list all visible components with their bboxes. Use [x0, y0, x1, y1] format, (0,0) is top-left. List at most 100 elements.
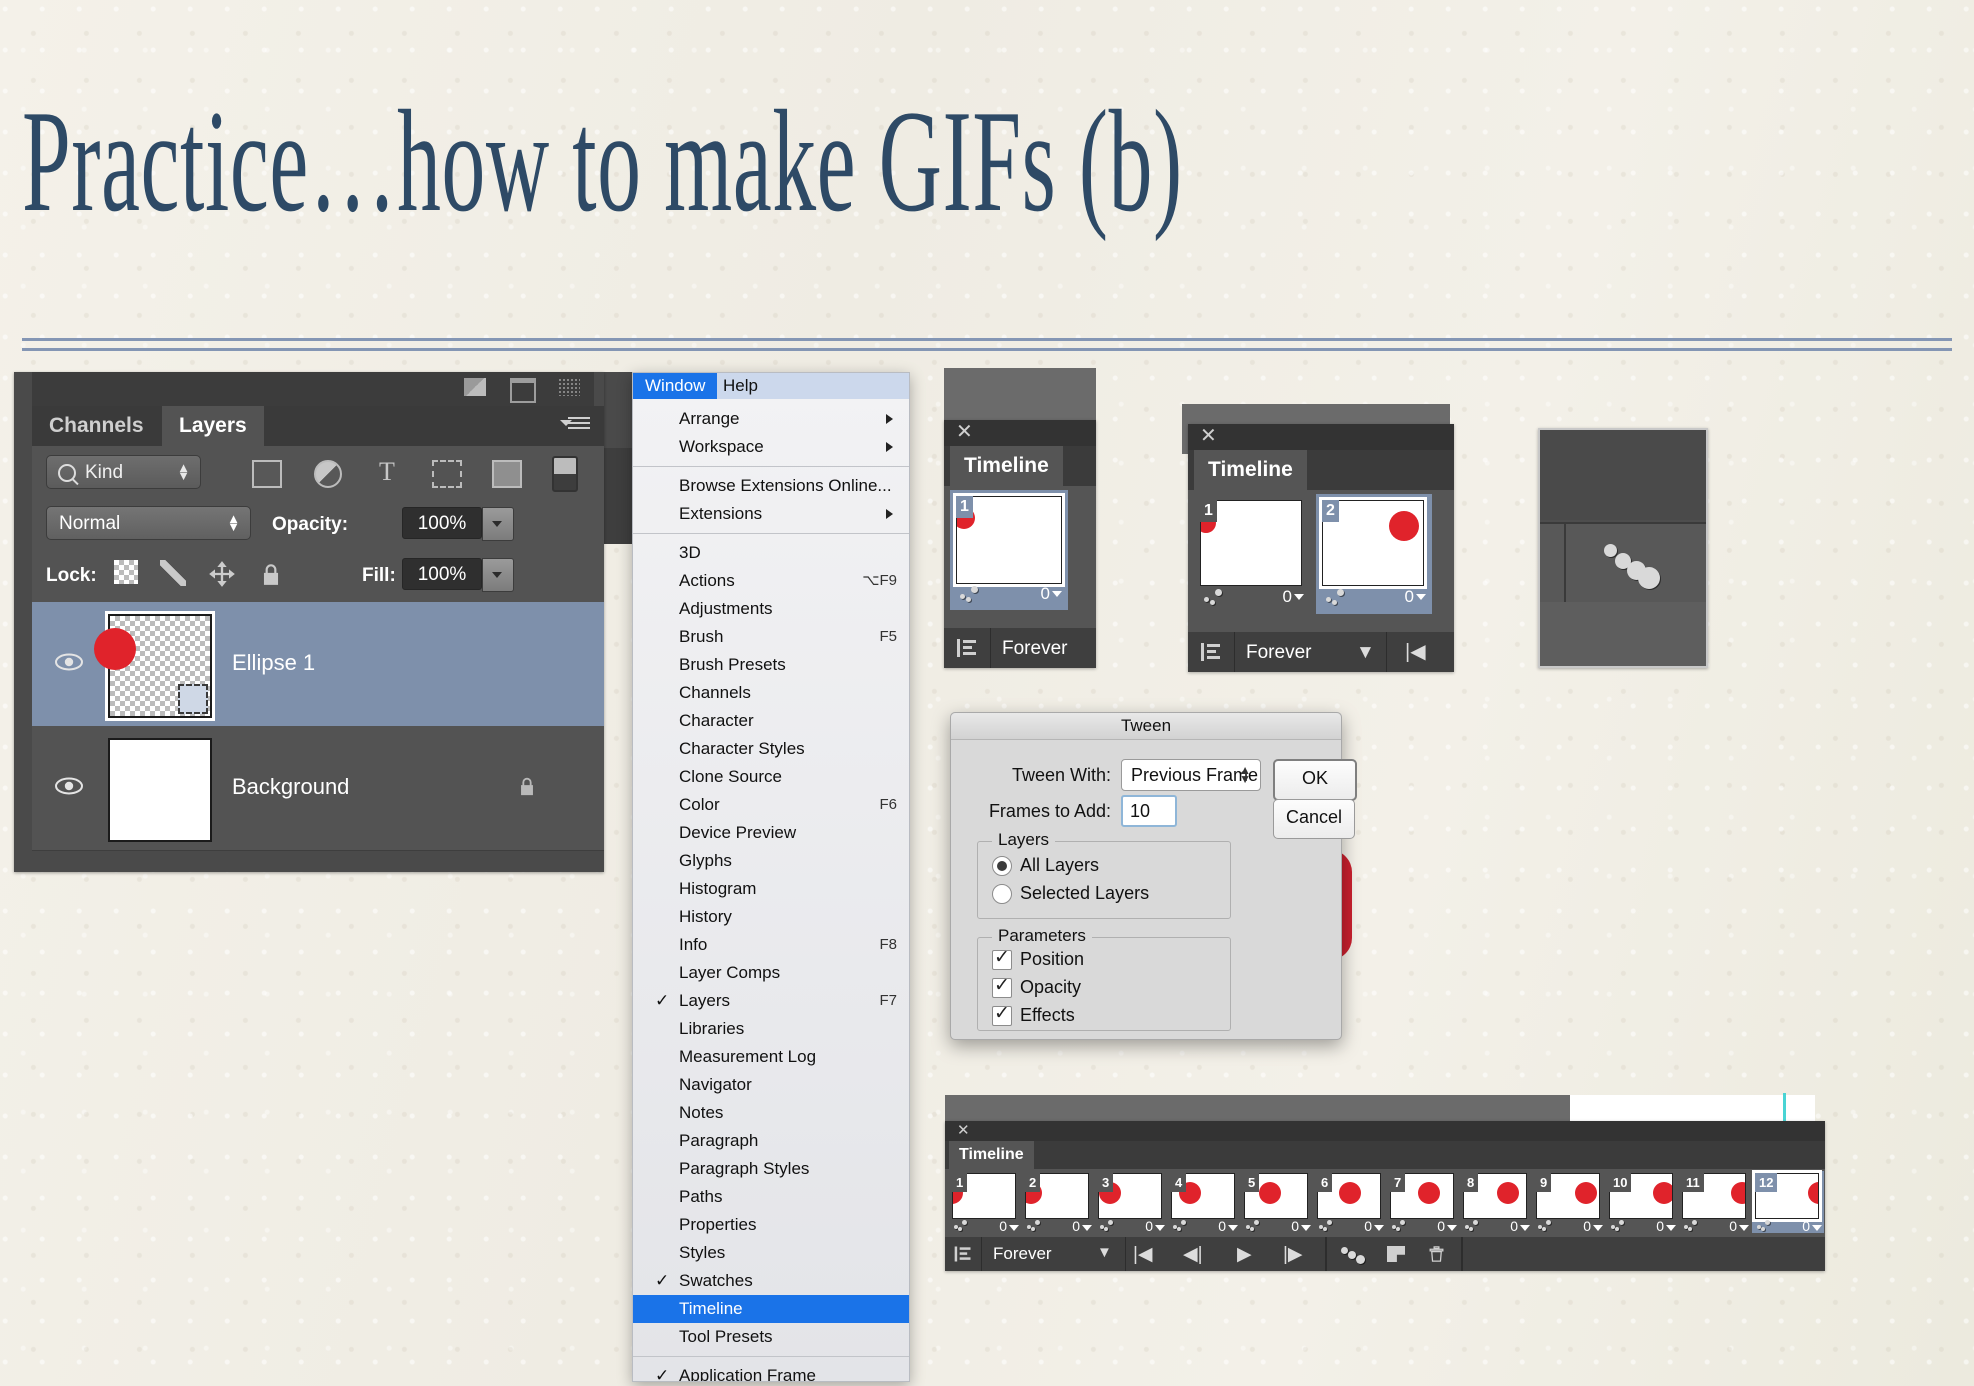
tab-timeline[interactable]: Timeline: [949, 1141, 1034, 1169]
menu-item-histogram[interactable]: Histogram: [633, 875, 909, 903]
frame-delay[interactable]: 0: [1405, 587, 1428, 607]
menu-item-channels[interactable]: Channels: [633, 679, 909, 707]
adjustment-filter-icon[interactable]: [314, 460, 342, 488]
blend-mode-row[interactable]: Normal ▲ ▼ Opacity: 100%: [32, 498, 604, 549]
table-row[interactable]: Background: [32, 726, 604, 851]
layers-panel-tabs[interactable]: Channels Layers: [32, 406, 604, 446]
close-icon[interactable]: ✕: [956, 422, 973, 442]
convert-to-video-timeline-icon[interactable]: [1188, 632, 1235, 672]
timeline-frame[interactable]: 11 0: [1679, 1171, 1751, 1234]
tween-frames-icon[interactable]: [1341, 1247, 1373, 1264]
frame-delay[interactable]: 0: [1283, 587, 1306, 607]
menu-item-arrange[interactable]: Arrange: [633, 405, 909, 433]
frame-tween-icon[interactable]: [1684, 1220, 1700, 1231]
frame-tween-icon[interactable]: [1319, 1220, 1335, 1231]
close-icon[interactable]: ✕: [1200, 426, 1217, 446]
ok-button[interactable]: OK: [1273, 759, 1357, 801]
menu-item-3d[interactable]: 3D: [633, 539, 909, 567]
menu-item-notes[interactable]: Notes: [633, 1099, 909, 1127]
frame-tween-icon[interactable]: [1173, 1220, 1189, 1231]
frame-tween-icon[interactable]: [1246, 1220, 1262, 1231]
checkbox-opacity[interactable]: [992, 974, 1012, 998]
menu-item-actions[interactable]: Actions ⌥F9: [633, 567, 909, 595]
menubar-item-help[interactable]: Help: [713, 373, 768, 399]
layers-panel[interactable]: Channels Layers Kind ▲ ▼ T Normal ▲ ▼ Opac…: [14, 372, 604, 872]
fill-value[interactable]: 100%: [402, 558, 482, 590]
frame-delay[interactable]: 0: [1291, 1218, 1311, 1234]
menu-item-info[interactable]: Info F8: [633, 931, 909, 959]
timeline-frames-strip[interactable]: 1 0 2 0 3 0 4 0 5 0 6 0 7 0 8 0 9 0 10 0 11 0 12 0: [949, 1170, 1824, 1234]
menu-item-paragraph[interactable]: Paragraph: [633, 1127, 909, 1155]
checkbox-position[interactable]: [992, 946, 1012, 970]
frame-tween-icon[interactable]: [1611, 1220, 1627, 1231]
table-row[interactable]: Ellipse 1: [32, 602, 604, 727]
convert-to-video-timeline-icon[interactable]: [944, 628, 991, 668]
timeline-tab-bar[interactable]: Timeline: [945, 1141, 1825, 1169]
frame-tween-icon[interactable]: [1027, 1220, 1043, 1231]
frame-delay[interactable]: 0: [1656, 1218, 1676, 1234]
frame-delay[interactable]: 0: [1802, 1218, 1822, 1234]
timeline-frame[interactable]: 10: [949, 1171, 1021, 1234]
menu-item-color[interactable]: Color F6: [633, 791, 909, 819]
menu-item-paths[interactable]: Paths: [633, 1183, 909, 1211]
lock-all-icon[interactable]: [258, 560, 286, 588]
timeline-frame[interactable]: 50: [1241, 1171, 1313, 1234]
layer-filter-kind-select[interactable]: Kind ▲ ▼: [46, 455, 201, 489]
menu-item-layers[interactable]: ✓ Layers F7: [633, 987, 909, 1015]
frame-delay[interactable]: 0: [1364, 1218, 1384, 1234]
frame-tween-icon[interactable]: [1757, 1220, 1773, 1231]
shape-filter-icon[interactable]: [432, 460, 462, 488]
play-animation-icon[interactable]: ▶: [1237, 1243, 1252, 1266]
frame-delay[interactable]: 0: [1041, 584, 1064, 604]
select-first-frame-icon[interactable]: |◀: [1133, 1243, 1153, 1266]
timeline-frame[interactable]: 20: [1022, 1171, 1094, 1234]
frame-tween-icon[interactable]: [1465, 1220, 1481, 1231]
menu-item-layer-comps[interactable]: Layer Comps: [633, 959, 909, 987]
duplicate-frame-icon[interactable]: [1387, 1246, 1405, 1262]
frame-tween-icon[interactable]: [1538, 1220, 1554, 1231]
timeline-frame[interactable]: 80: [1460, 1171, 1532, 1234]
menu-item-character-styles[interactable]: Character Styles: [633, 735, 909, 763]
lock-position-icon[interactable]: [208, 560, 236, 588]
menu-item-glyphs[interactable]: Glyphs: [633, 847, 909, 875]
menubar-item-window[interactable]: Window: [633, 373, 718, 399]
timeline-panel-twelve-frames[interactable]: ✕ Timeline 1 0 2 0 3 0 4 0 5 0 6 0 7 0 8 0 9 0 10 0 11 0 12 0 F…: [945, 1121, 1825, 1271]
tween-frames-icon[interactable]: [1604, 544, 1660, 589]
menu-item-brush[interactable]: Brush F5: [633, 623, 909, 651]
timeline-panel-two-frames[interactable]: ✕ Timeline 1 0 2 0 Forever ▼ |◀: [1188, 424, 1454, 672]
timeline-frame[interactable]: 1 0: [1194, 494, 1310, 614]
type-filter-icon[interactable]: T: [374, 459, 400, 485]
grid-dots-icon[interactable]: [558, 378, 580, 396]
timeline-frame[interactable]: 2 0: [1316, 494, 1432, 614]
chevron-down-icon[interactable]: ▼: [1356, 642, 1375, 664]
filter-toggle-switch[interactable]: [552, 456, 578, 492]
frame-delay[interactable]: 0: [1729, 1218, 1749, 1234]
opacity-value[interactable]: 100%: [402, 507, 482, 539]
menu-item-history[interactable]: History: [633, 903, 909, 931]
menu-item-brush-presets[interactable]: Brush Presets: [633, 651, 909, 679]
timeline-tab-bar[interactable]: Timeline: [1188, 450, 1454, 490]
timeline-frame[interactable]: 10 0: [1606, 1171, 1678, 1234]
timeline-frame[interactable]: 1 0: [950, 490, 1068, 610]
loop-select[interactable]: Forever: [1002, 638, 1067, 660]
frame-delay[interactable]: 0: [1437, 1218, 1457, 1234]
menu-item-measurement-log[interactable]: Measurement Log: [633, 1043, 909, 1071]
layer-visibility-icon[interactable]: [54, 776, 84, 796]
frame-tween-icon[interactable]: [1326, 589, 1348, 605]
fill-dropdown-button[interactable]: [482, 558, 514, 592]
loop-select[interactable]: Forever: [993, 1244, 1052, 1264]
menu-item-browse-extensions-online[interactable]: Browse Extensions Online...: [633, 472, 909, 500]
lock-image-pixels-icon[interactable]: [160, 560, 186, 586]
menu-item-adjustments[interactable]: Adjustments: [633, 595, 909, 623]
timeline-footer[interactable]: Forever: [944, 628, 1096, 668]
layer-visibility-icon[interactable]: [54, 652, 84, 672]
lock-row[interactable]: Lock: Fill: 100%: [32, 548, 604, 603]
select-first-frame-icon[interactable]: |◀: [1386, 632, 1449, 672]
frame-delay[interactable]: 0: [999, 1218, 1019, 1234]
menu-item-device-preview[interactable]: Device Preview: [633, 819, 909, 847]
menu-item-extensions[interactable]: Extensions: [633, 500, 909, 528]
frame-tween-icon[interactable]: [1100, 1220, 1116, 1231]
image-filter-icon[interactable]: [252, 460, 282, 488]
tab-timeline[interactable]: Timeline: [1194, 450, 1307, 490]
menu-item-libraries[interactable]: Libraries: [633, 1015, 909, 1043]
